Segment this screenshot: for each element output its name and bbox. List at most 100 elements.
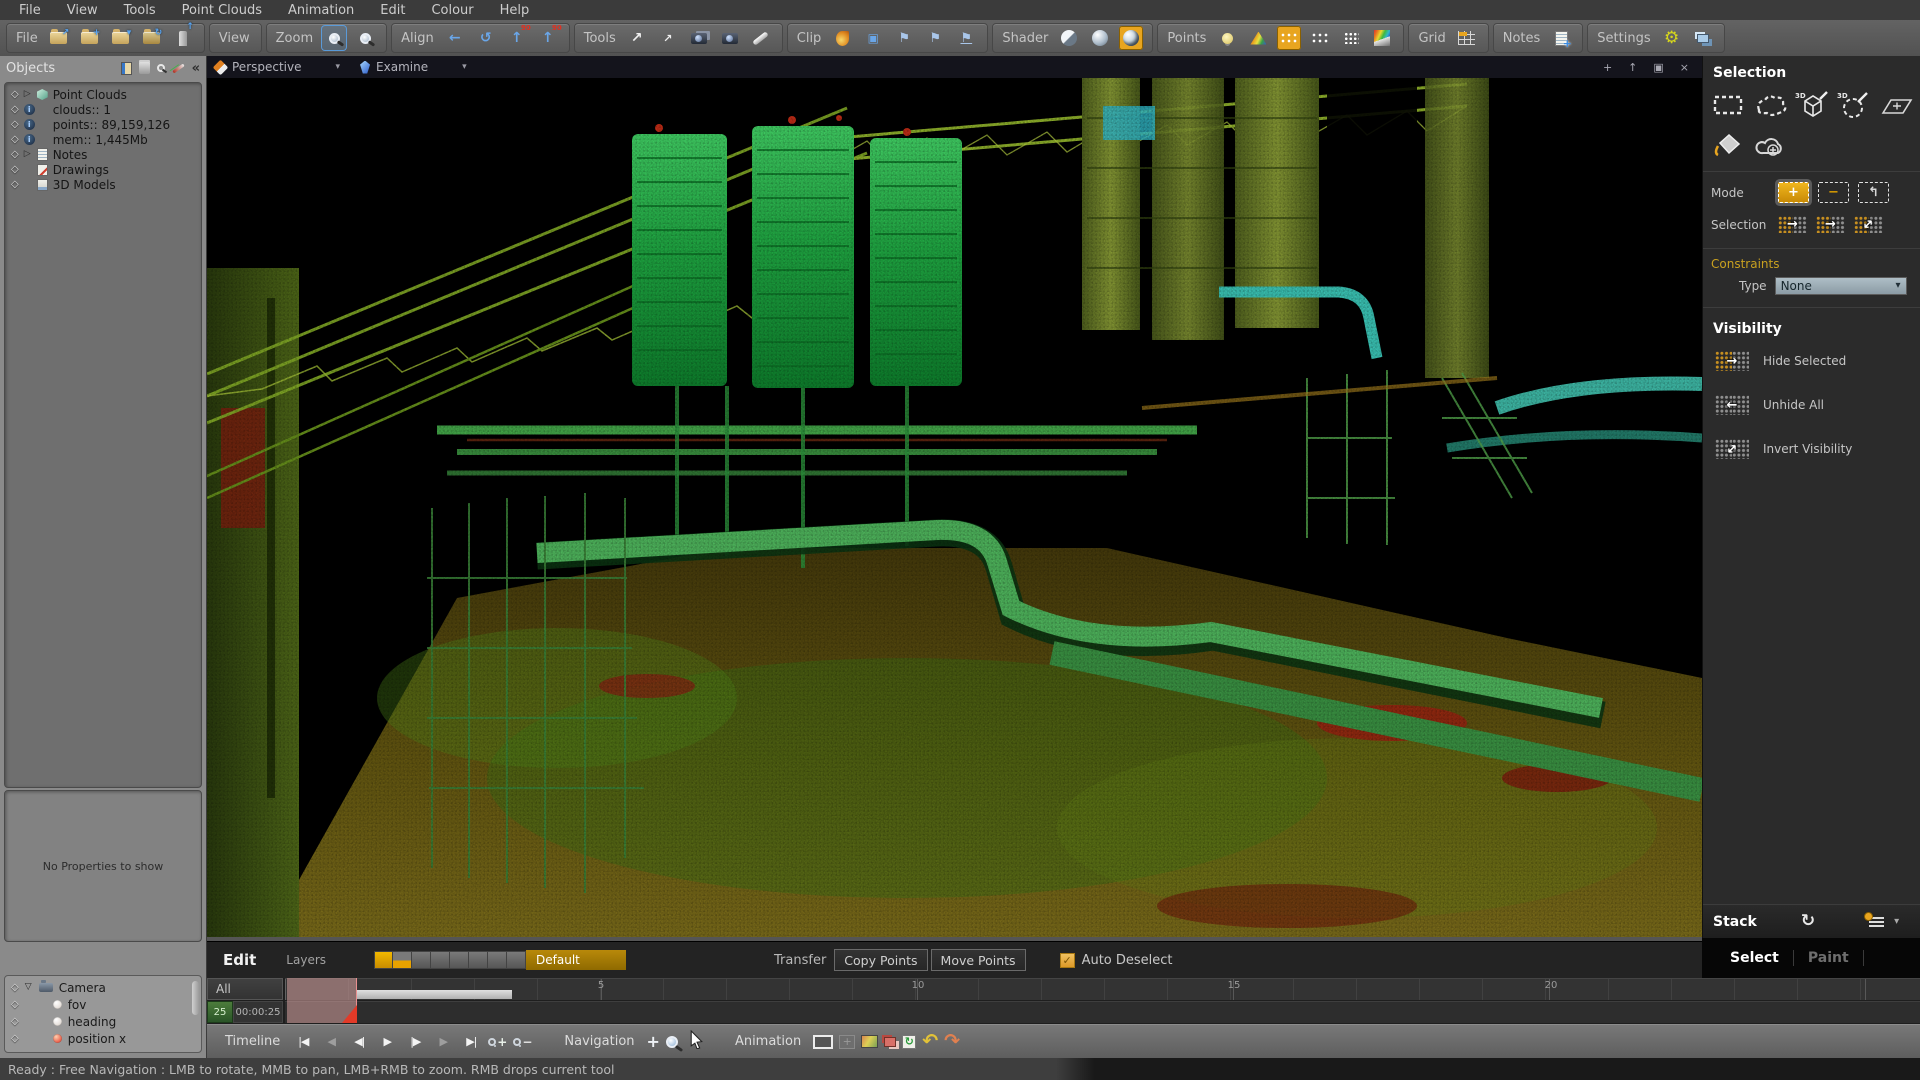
clip-align-icon[interactable]: ⚑ xyxy=(954,26,978,50)
brush-3d-box-icon[interactable]: 3D xyxy=(1794,87,1831,123)
add-cloud-icon[interactable]: + xyxy=(78,26,102,50)
measure-icon[interactable]: ↗ xyxy=(625,26,649,50)
snapshot-icon[interactable] xyxy=(718,26,742,50)
menu-item-edit[interactable]: Edit xyxy=(367,3,418,18)
intensity-icon[interactable] xyxy=(1215,26,1239,50)
layer-swatch[interactable] xyxy=(412,951,431,969)
clip-flag2-icon[interactable]: ⚑ xyxy=(923,26,947,50)
tree-item-clouds-count[interactable]: ◇ i clouds:: 1 xyxy=(5,102,201,117)
swap-selection-icon[interactable]: ↔ xyxy=(1854,215,1883,234)
cursor-tool-icon[interactable] xyxy=(690,1030,703,1053)
mode-keep-button[interactable]: ↰ xyxy=(1858,182,1889,203)
settings-gear-icon[interactable]: ⚙ xyxy=(1660,26,1684,50)
step-forward-button[interactable]: |▶ xyxy=(404,1031,426,1053)
animation-export-icon[interactable]: ↻ xyxy=(902,1035,916,1049)
clip-flag-icon[interactable]: ⚑ xyxy=(892,26,916,50)
copy-selection-right-icon[interactable]: → xyxy=(1816,215,1845,234)
chevron-down-icon[interactable]: ▾ xyxy=(462,63,467,72)
layer-swatch[interactable] xyxy=(488,951,507,969)
cloud-add-icon[interactable] xyxy=(1752,127,1790,163)
chevron-down-icon[interactable]: ▾ xyxy=(1894,917,1899,927)
import-icon[interactable]: ▾ xyxy=(109,26,133,50)
clip-box-icon[interactable]: ▣ xyxy=(861,26,885,50)
menu-item-animation[interactable]: Animation xyxy=(275,3,367,18)
layer-swatch[interactable] xyxy=(469,951,488,969)
auto-deselect-checkbox[interactable]: ✓ xyxy=(1060,953,1075,968)
maximize-view-icon[interactable]: ▣ xyxy=(1648,62,1668,73)
shader-flat-icon[interactable] xyxy=(1057,26,1081,50)
move-selection-right-icon[interactable]: → xyxy=(1778,215,1807,234)
tree-item-point-clouds[interactable]: ◇ ▷ Point Clouds xyxy=(5,87,201,102)
zoom-in-icon[interactable] xyxy=(322,26,346,50)
close-view-icon[interactable]: × xyxy=(1675,62,1694,73)
search-objects-icon[interactable] xyxy=(157,64,165,72)
tab-select[interactable]: Select xyxy=(1730,950,1779,966)
add-view-icon[interactable]: + xyxy=(1598,62,1617,73)
shader-smooth-icon[interactable] xyxy=(1088,26,1112,50)
tree-item-camera[interactable]: ◇ ▽ Camera xyxy=(5,979,201,996)
menu-item-help[interactable]: Help xyxy=(487,3,543,18)
colour-objects-icon[interactable] xyxy=(172,63,184,73)
lasso-select-icon[interactable] xyxy=(1751,87,1788,123)
stack-settings-icon[interactable] xyxy=(1869,917,1884,927)
save-project-icon[interactable]: ↻ xyxy=(140,26,164,50)
chevron-down-icon[interactable]: ▾ xyxy=(336,63,341,72)
prism-icon[interactable] xyxy=(1246,26,1270,50)
animation-layers-icon[interactable] xyxy=(884,1037,896,1047)
open-project-icon[interactable]: ↗ xyxy=(47,26,71,50)
export-column-icon[interactable]: ↑ xyxy=(171,26,195,50)
layer-swatch[interactable] xyxy=(431,951,450,969)
align-view-icon[interactable]: ← xyxy=(443,26,467,50)
animation-keyframe-icon[interactable] xyxy=(861,1035,878,1048)
layer-swatch[interactable] xyxy=(374,951,393,969)
point-density-icon[interactable] xyxy=(1308,26,1332,50)
align-rotate-icon[interactable]: ↺ xyxy=(474,26,498,50)
point-cloud-scene[interactable] xyxy=(207,78,1702,937)
tree-item-drawings[interactable]: ◇ Drawings xyxy=(5,162,201,177)
playhead-icon[interactable] xyxy=(342,1005,357,1023)
copy-view-icon[interactable] xyxy=(687,26,711,50)
menu-item-colour[interactable]: Colour xyxy=(418,3,486,18)
delete-object-icon[interactable] xyxy=(139,62,150,74)
tree-item-points-count[interactable]: ◇ i points:: 89,159,126 xyxy=(5,117,201,132)
move-points-button[interactable]: Move Points xyxy=(931,949,1026,971)
play-backwards-button[interactable]: ◀ xyxy=(320,1031,342,1053)
eraser-icon[interactable] xyxy=(749,26,773,50)
undo-icon[interactable]: ↶ xyxy=(922,1032,938,1051)
collapse-icon[interactable]: ▽ xyxy=(25,983,33,992)
default-layer-button[interactable]: Default xyxy=(526,950,626,970)
mode-subtract-button[interactable]: − xyxy=(1818,182,1849,203)
tree-item-position-x[interactable]: ◇ position x xyxy=(5,1030,201,1047)
tree-item-memory[interactable]: ◇ i mem:: 1,445Mb xyxy=(5,132,201,147)
tab-paint[interactable]: Paint xyxy=(1808,950,1849,966)
grid-icon[interactable] xyxy=(1455,26,1479,50)
layers-icon[interactable] xyxy=(1691,26,1715,50)
constraint-type-dropdown[interactable]: None ▾ xyxy=(1775,277,1907,295)
redo-icon[interactable]: ↷ xyxy=(944,1032,960,1051)
add-note-icon[interactable] xyxy=(1549,26,1573,50)
add-key-button[interactable]: + xyxy=(488,1036,507,1048)
refresh-stack-icon[interactable]: ↻ xyxy=(1801,913,1815,930)
hide-selected-row[interactable]: → Hide Selected xyxy=(1715,350,1920,372)
plane-select-icon[interactable] xyxy=(1878,87,1916,123)
timeline-track[interactable]: 5 10 15 20 xyxy=(285,978,1920,1000)
mode-add-button[interactable]: + xyxy=(1778,182,1809,203)
play-selection-button[interactable]: ▶ xyxy=(432,1031,454,1053)
rotate-90-cw-icon[interactable]: ↑90 xyxy=(505,26,529,50)
menu-item-tools[interactable]: Tools xyxy=(111,3,169,18)
collapse-panel-icon[interactable]: « xyxy=(192,62,200,75)
projection-selector[interactable]: Perspective xyxy=(232,60,302,74)
play-button[interactable]: ▶ xyxy=(376,1031,398,1053)
rotate-90-ccw-icon[interactable]: ↑90 xyxy=(536,26,560,50)
animation-frame-icon[interactable] xyxy=(813,1035,833,1049)
point-pick-icon[interactable]: ↗ xyxy=(656,26,680,50)
invert-visibility-row[interactable]: ↔ Invert Visibility xyxy=(1715,438,1920,460)
unhide-all-row[interactable]: ← Unhide All xyxy=(1715,394,1920,416)
panel-toggle-icon[interactable] xyxy=(121,62,132,75)
copy-points-button[interactable]: Copy Points xyxy=(834,949,927,971)
remove-key-button[interactable]: − xyxy=(513,1036,532,1048)
go-to-start-button[interactable]: |◀ xyxy=(292,1031,314,1053)
shader-glossy-icon[interactable] xyxy=(1119,26,1143,50)
layer-swatch[interactable] xyxy=(507,951,526,969)
tree-item-heading[interactable]: ◇ heading xyxy=(5,1013,201,1030)
